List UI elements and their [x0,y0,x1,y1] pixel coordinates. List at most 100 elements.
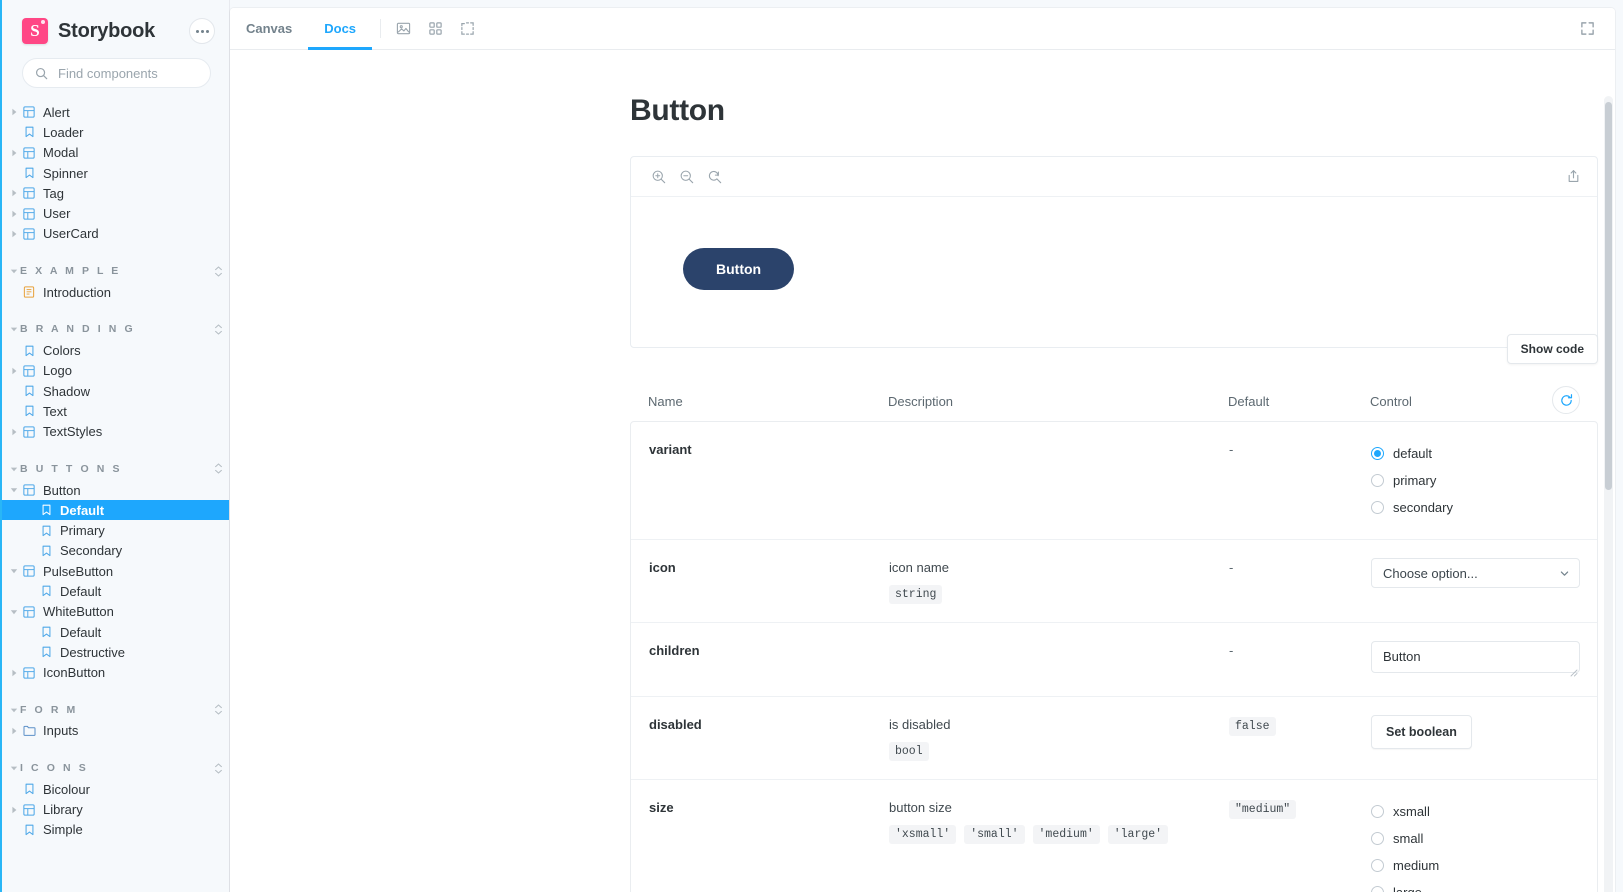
sidebar-item-iconbutton[interactable]: IconButton [0,663,229,683]
radio-option-secondary[interactable]: secondary [1371,494,1597,521]
docs-scroll-area[interactable]: Button [230,50,1615,892]
sidebar-item-alert[interactable]: Alert [0,102,229,122]
tab-canvas[interactable]: Canvas [230,8,308,49]
component-icon [20,565,38,577]
grid-icon[interactable] [421,15,449,43]
sidebar-item-button[interactable]: Button [0,480,229,500]
search-box[interactable]: / [22,58,211,88]
expand-caret-icon[interactable] [8,727,20,735]
docs-scrollbar[interactable] [1604,96,1613,892]
radio-option-small[interactable]: small [1371,825,1597,852]
expand-caret-icon[interactable] [8,149,20,157]
sidebar-item-primary[interactable]: Primary [0,520,229,540]
radio-label: default [1393,446,1432,461]
sidebar-item-default[interactable]: Default [0,500,229,520]
radio-button[interactable] [1371,832,1384,845]
measure-icon[interactable] [453,15,481,43]
expand-caret-icon[interactable] [8,230,20,238]
sidebar-item-secondary[interactable]: Secondary [0,541,229,561]
sidebar-item-pulsebutton[interactable]: PulseButton [0,561,229,581]
sidebar-item-simple[interactable]: Simple [0,820,229,840]
expand-caret-icon[interactable] [8,428,20,436]
sidebar-item-library[interactable]: Library [0,799,229,819]
select-control[interactable]: Choose option... [1371,558,1580,588]
sidebar-item-shadow[interactable]: Shadow [0,381,229,401]
zoom-reset-icon[interactable] [701,163,729,191]
sidebar-item-user[interactable]: User [0,203,229,223]
radio-button[interactable] [1371,501,1384,514]
sidebar-item-logo[interactable]: Logo [0,361,229,381]
sidebar-group-label: B R A N D I N G [20,323,207,335]
sidebar-item-spinner[interactable]: Spinner [0,163,229,183]
expand-caret-icon[interactable] [8,806,20,814]
sidebar-item-tag[interactable]: Tag [0,183,229,203]
radio-option-xsmall[interactable]: xsmall [1371,798,1597,825]
component-icon [20,106,38,118]
prop-control: xsmallsmallmediumlarge [1371,798,1597,892]
radio-button[interactable] [1371,805,1384,818]
sidebar-group-icons[interactable]: I C O N S [0,757,229,779]
radio-option-default[interactable]: default [1371,440,1597,467]
sidebar-item-destructive[interactable]: Destructive [0,642,229,662]
expand-caret-icon[interactable] [8,669,20,677]
collapse-all-icon[interactable] [207,324,229,335]
radio-option-primary[interactable]: primary [1371,467,1597,494]
radio-button[interactable] [1371,447,1384,460]
description-text: icon name [889,560,949,575]
expand-caret-icon[interactable] [8,486,20,494]
sidebar-item-colors[interactable]: Colors [0,340,229,360]
background-image-icon[interactable] [389,15,417,43]
collapse-all-icon[interactable] [207,463,229,474]
zoom-out-icon[interactable] [673,163,701,191]
sidebar-group-example[interactable]: E X A M P L E [0,260,229,282]
collapse-all-icon[interactable] [207,266,229,277]
sidebar-item-inputs[interactable]: Inputs [0,721,229,741]
sidebar-item-label: Default [60,504,104,517]
show-code-button[interactable]: Show code [1507,334,1598,364]
reset-controls-icon[interactable] [1552,386,1580,414]
story-icon [20,385,38,397]
sidebar-item-modal[interactable]: Modal [0,143,229,163]
radio-button[interactable] [1371,859,1384,872]
sidebar-item-text[interactable]: Text [0,401,229,421]
textarea-control[interactable]: Button [1371,641,1580,673]
expand-caret-icon[interactable] [8,367,20,375]
expand-caret-icon[interactable] [8,189,20,197]
component-icon [20,804,38,816]
expand-caret-icon[interactable] [8,210,20,218]
textarea-wrapper: Button [1371,641,1580,678]
default-value: - [1229,643,1233,658]
sidebar-item-usercard[interactable]: UserCard [0,224,229,244]
sidebar-item-label: Tag [43,187,64,200]
radio-option-large[interactable]: large [1371,879,1597,892]
sidebar-item-default[interactable]: Default [0,581,229,601]
expand-icon[interactable] [1573,15,1601,43]
collapse-all-icon[interactable] [207,763,229,774]
sidebar-group-branding[interactable]: B R A N D I N G [0,318,229,340]
sidebar-item-introduction[interactable]: Introduction [0,282,229,302]
demo-button[interactable]: Button [683,248,794,290]
radio-option-medium[interactable]: medium [1371,852,1597,879]
zoom-in-icon[interactable] [645,163,673,191]
sidebar-group-buttons[interactable]: B U T T O N S [0,458,229,480]
set-boolean-button[interactable]: Set boolean [1371,715,1472,749]
radio-button[interactable] [1371,886,1384,892]
expand-caret-icon[interactable] [8,567,20,575]
tab-docs[interactable]: Docs [308,8,372,49]
args-rows: variant-defaultprimarysecondaryiconicon … [630,421,1598,892]
share-icon[interactable] [1559,163,1587,191]
storybook-logo-icon: S [22,18,48,44]
collapse-all-icon[interactable] [207,704,229,715]
sidebar-item-textstyles[interactable]: TextStyles [0,422,229,442]
sidebar-item-loader[interactable]: Loader [0,122,229,142]
sidebar-item-whitebutton[interactable]: WhiteButton [0,602,229,622]
radio-button[interactable] [1371,474,1384,487]
sidebar-item-default[interactable]: Default [0,622,229,642]
docs-scrollbar-thumb[interactable] [1605,102,1612,490]
sidebar-group-form[interactable]: F O R M [0,699,229,721]
search-input[interactable] [56,65,236,82]
expand-caret-icon[interactable] [8,108,20,116]
sidebar-item-bicolour[interactable]: Bicolour [0,779,229,799]
expand-caret-icon[interactable] [8,608,20,616]
ellipsis-icon[interactable] [189,18,215,44]
